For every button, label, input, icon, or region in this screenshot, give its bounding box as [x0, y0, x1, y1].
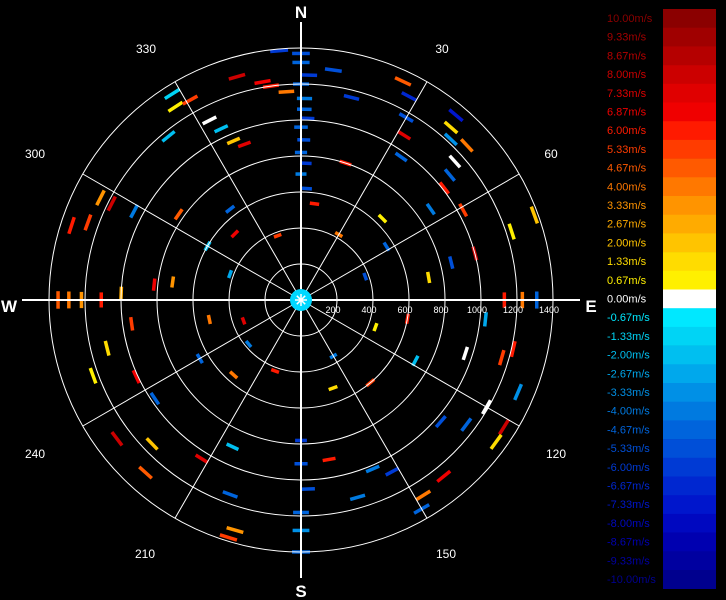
legend-swatch [663, 476, 716, 496]
legend-swatch [663, 196, 716, 215]
legend-label: -3.33m/s [607, 387, 650, 399]
legend-swatch [663, 9, 716, 28]
legend-swatch [663, 401, 716, 421]
legend-label: -10.00m/s [607, 574, 656, 586]
legend-swatch [663, 513, 716, 533]
legend-label: -1.33m/s [607, 331, 650, 343]
legend-label: 6.87m/s [607, 107, 647, 119]
legend-swatch [663, 65, 716, 85]
legend-swatch [663, 102, 716, 122]
legend-swatch [663, 252, 716, 272]
legend-label: 8.67m/s [607, 50, 647, 62]
legend-label: 0.00m/s [607, 294, 647, 306]
legend-label: 7.33m/s [607, 88, 647, 100]
legend-swatch [663, 27, 716, 47]
legend-label: 3.33m/s [607, 200, 647, 212]
legend-label: -0.67m/s [607, 312, 650, 324]
legend-label: -5.33m/s [607, 443, 650, 455]
legend-label: 10.00m/s [607, 13, 653, 25]
legend-label: -9.33m/s [607, 555, 650, 567]
legend-swatch [663, 383, 716, 402]
legend-swatch [663, 457, 716, 477]
legend-swatch [663, 308, 716, 328]
legend-label: 8.00m/s [607, 69, 647, 81]
legend-swatch [663, 83, 716, 103]
legend-label: 5.33m/s [607, 144, 647, 156]
legend-swatch [663, 570, 716, 589]
legend-label: 6.00m/s [607, 125, 647, 137]
legend-swatch [663, 46, 716, 66]
legend-label: -2.67m/s [607, 368, 650, 380]
legend-swatch [663, 158, 716, 178]
legend-label: 2.67m/s [607, 219, 647, 231]
legend-label: -8.67m/s [607, 537, 650, 549]
legend-swatch [663, 177, 716, 197]
legend-label: -6.00m/s [607, 462, 650, 474]
legend-swatch [663, 364, 716, 384]
legend-label: -4.67m/s [607, 424, 650, 436]
legend-swatch [663, 270, 716, 290]
legend-swatch [663, 551, 716, 571]
legend-swatch [663, 289, 716, 309]
legend-label: 9.33m/s [607, 32, 647, 44]
legend-swatch [663, 233, 716, 253]
legend-swatch [663, 214, 716, 234]
legend-swatch [663, 345, 716, 365]
legend-label: -4.00m/s [607, 406, 650, 418]
legend-swatch [663, 420, 716, 440]
legend-swatch [663, 121, 716, 141]
legend-label: 0.67m/s [607, 275, 647, 287]
legend-swatch [663, 495, 716, 515]
legend-label: 2.00m/s [607, 237, 647, 249]
legend-label: -8.00m/s [607, 518, 650, 530]
legend-label: -2.00m/s [607, 350, 650, 362]
legend-label: -7.33m/s [607, 499, 650, 511]
legend-swatch [663, 139, 716, 159]
color-legend: 10.00m/s 9.33m/s 8.67m/s 8.00m/s 7.33m/s 6.87… [607, 9, 716, 589]
legend-label: 4.67m/s [607, 163, 647, 175]
legend-label: 1.33m/s [607, 256, 647, 268]
legend-label: -6.67m/s [607, 481, 650, 493]
legend-label: 4.00m/s [607, 181, 647, 193]
legend-swatch [663, 532, 716, 552]
legend-swatch [663, 439, 716, 459]
legend-swatch [663, 326, 716, 346]
